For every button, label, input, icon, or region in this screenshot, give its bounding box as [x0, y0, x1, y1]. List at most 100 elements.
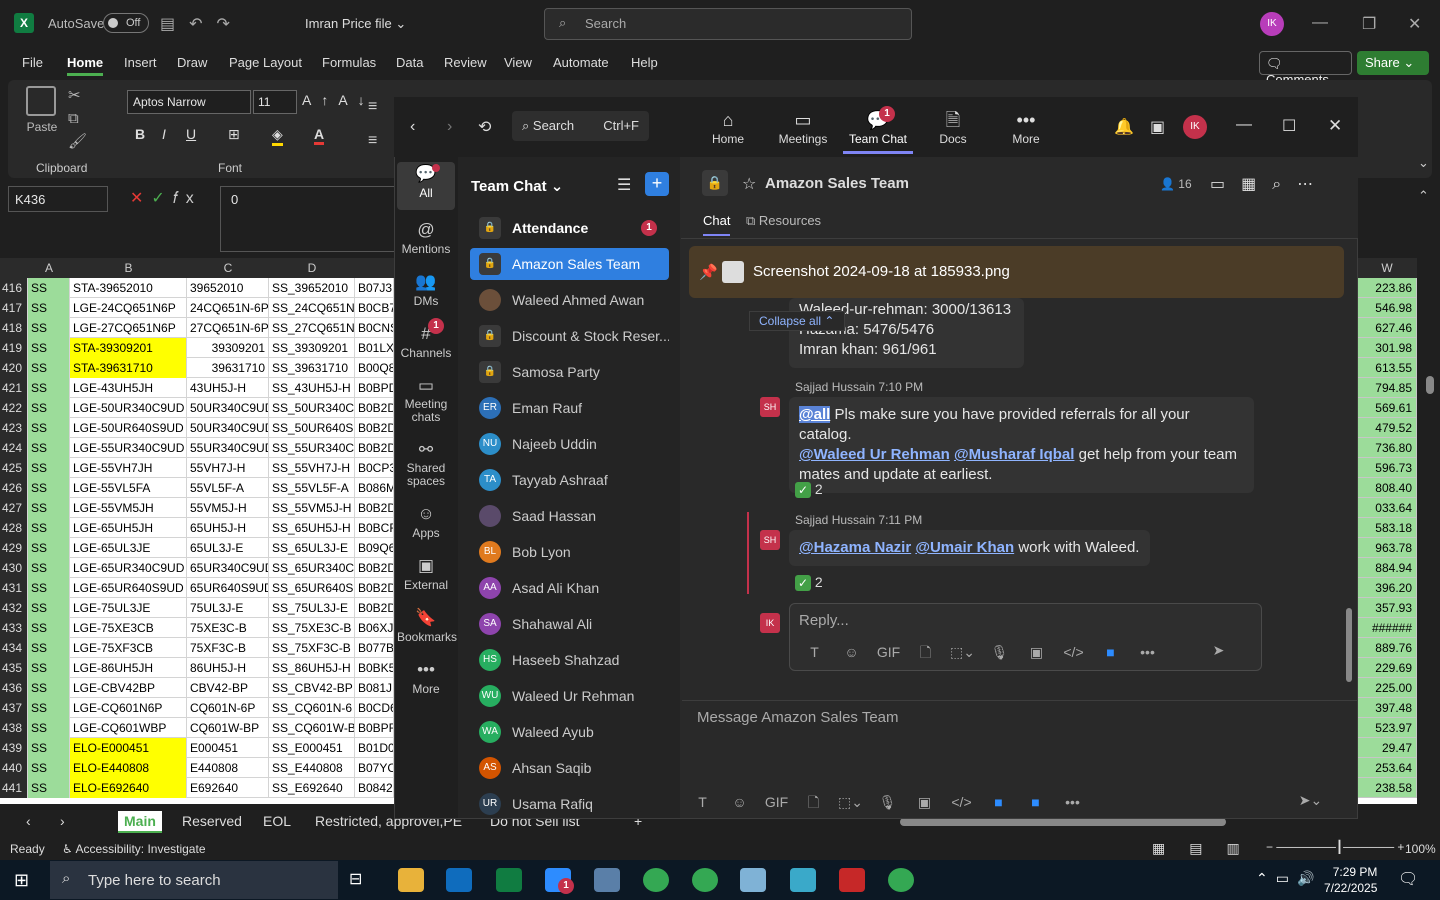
app-icon-2[interactable] [790, 868, 816, 892]
table-cell[interactable]: LGE-50UR640S9UD [70, 418, 187, 438]
table-cell[interactable]: 75UL3J-E [187, 598, 269, 618]
excel-taskbar-icon[interactable] [496, 868, 522, 892]
fill-color-icon[interactable]: ◈ [272, 126, 283, 146]
table-row[interactable]: 431 SS LGE-65UR640S9UD 65UR640S9UD SS_65UR64… [0, 578, 394, 598]
chrome-profile-icon[interactable] [692, 868, 718, 892]
chat-item[interactable]: 🔒 Attendance 1 [470, 212, 669, 244]
table-cell[interactable]: B0B2D [355, 558, 394, 578]
table-cell[interactable]: ELO-E000451 [70, 738, 187, 758]
table-cell[interactable]: SS_65UR340C9 [269, 558, 355, 578]
chat-item[interactable]: HS Haseeb Shahzad [470, 644, 669, 676]
formula-controls[interactable]: ✕✓𝑓x [130, 188, 202, 208]
system-tray[interactable]: ⌃▭🔊 [1256, 870, 1322, 887]
chat-item[interactable]: WU Waleed Ur Rehman [470, 680, 669, 712]
table-cell[interactable]: SS_E692640 [269, 778, 355, 798]
horizontal-scroll-thumb[interactable] [900, 818, 1226, 826]
camera-icon[interactable]: ▣ [1018, 644, 1055, 661]
row-number[interactable]: 426 [0, 478, 28, 498]
star-icon[interactable]: ☆ [742, 174, 756, 194]
cut-icon[interactable]: ✂ [68, 84, 87, 107]
table-row[interactable]: 428 SS LGE-65UH5JH 65UH5J-H SS_65UH5J-H B0BCF [0, 518, 394, 538]
mic-icon[interactable]: 🎙 [869, 794, 906, 811]
table-cell[interactable]: SS_39631710 [269, 358, 355, 378]
row-number[interactable]: 437 [0, 698, 28, 718]
table-cell[interactable]: B01D0 [355, 738, 394, 758]
tab-formulas[interactable]: Formulas [322, 55, 376, 70]
table-cell[interactable]: SS_55UR340C9 [269, 438, 355, 458]
table-cell[interactable]: B00Q8 [355, 358, 394, 378]
rail-dms[interactable]: 👥 DMs [397, 270, 455, 308]
chat-item[interactable]: AS Ahsan Saqib [470, 752, 669, 784]
table-cell[interactable]: LGE-65UR640S9UD [70, 578, 187, 598]
file-icon[interactable]: 🗋 [907, 642, 944, 666]
table-row[interactable]: 438 SS LGE-CQ601WBP CQ601W-BP SS_CQ601W-B B0B… [0, 718, 394, 738]
table-cell[interactable]: LGE-27CQ651N6P [70, 318, 187, 338]
tab-page-layout[interactable]: Page Layout [229, 55, 302, 70]
message-bubble[interactable]: @all Pls make sure you have provided ref… [789, 397, 1254, 493]
table-cell[interactable]: 583.18 [1357, 518, 1417, 538]
table-cell[interactable]: 29.47 [1357, 738, 1417, 758]
table-cell[interactable]: SS [28, 458, 70, 478]
row-number[interactable]: 419 [0, 338, 28, 358]
tab-data[interactable]: Data [396, 55, 423, 70]
row-number[interactable]: 433 [0, 618, 28, 638]
table-cell[interactable]: 963.78 [1357, 538, 1417, 558]
table-cell[interactable]: SS [28, 338, 70, 358]
table-cell[interactable]: SS [28, 638, 70, 658]
table-cell[interactable]: SS [28, 658, 70, 678]
tab-help[interactable]: Help [631, 55, 658, 70]
file-explorer-icon[interactable] [398, 868, 424, 892]
table-cell[interactable]: SS_CQ601W-B [269, 718, 355, 738]
table-cell[interactable]: SS [28, 498, 70, 518]
table-cell[interactable]: LGE-CBV42BP [70, 678, 187, 698]
row-number[interactable]: 417 [0, 298, 28, 318]
table-cell[interactable]: 55VH7J-H [187, 458, 269, 478]
share-button[interactable]: Share ⌄ [1357, 51, 1429, 75]
table-cell[interactable]: B0B2D [355, 578, 394, 598]
sheet-tab-reserved[interactable]: Reserved [182, 813, 242, 829]
table-cell[interactable]: SS [28, 478, 70, 498]
mention[interactable]: @Musharaf Iqbal [954, 446, 1074, 463]
italic-button[interactable]: I [162, 126, 166, 142]
table-cell[interactable]: SS_55VM5J-H [269, 498, 355, 518]
table-cell[interactable]: B09Q6 [355, 538, 394, 558]
table-cell[interactable]: 86UH5J-H [187, 658, 269, 678]
table-cell[interactable]: 39631710 [187, 358, 269, 378]
table-cell[interactable]: SS_CQ601N-6 [269, 698, 355, 718]
table-cell[interactable]: LGE-CQ601WBP [70, 718, 187, 738]
screenshot-icon[interactable]: ⬚⌄ [944, 644, 981, 661]
font-size-buttons[interactable]: A↑A↓ [302, 92, 375, 108]
table-cell[interactable]: B081J [355, 678, 394, 698]
emoji-icon[interactable]: ☺ [833, 644, 870, 660]
name-box[interactable]: K436 [8, 186, 108, 212]
table-cell[interactable]: LGE-75XF3CB [70, 638, 187, 658]
column-header[interactable]: A [28, 261, 70, 275]
table-row[interactable]: 434 SS LGE-75XF3CB 75XF3C-B SS_75XF3C-B B077B [0, 638, 394, 658]
restore-icon[interactable]: ❐ [1362, 14, 1376, 34]
table-row[interactable]: 433 SS LGE-75XE3CB 75XE3C-B SS_75XE3C-B B06XJ [0, 618, 394, 638]
table-cell[interactable]: LGE-55UR340C9UD [70, 438, 187, 458]
table-cell[interactable]: B086M [355, 478, 394, 498]
reaction[interactable]: ✓ 2 [795, 481, 823, 498]
table-cell[interactable]: SS [28, 538, 70, 558]
mention-all[interactable]: @all [799, 406, 831, 423]
row-number[interactable]: 420 [0, 358, 28, 378]
table-cell[interactable]: SS [28, 318, 70, 338]
table-cell[interactable]: B01LX [355, 338, 394, 358]
table-cell[interactable]: CQ601W-BP [187, 718, 269, 738]
rail-more[interactable]: ••• More [397, 658, 455, 696]
table-cell[interactable]: 50UR340C9UD [187, 418, 269, 438]
vertical-scrollbar[interactable] [1418, 258, 1440, 804]
autosave-toggle[interactable]: Off [103, 13, 149, 33]
row-number[interactable]: 425 [0, 458, 28, 478]
pinned-message[interactable]: 📌 Screenshot 2024-09-18 at 185933.png [689, 246, 1344, 298]
tab-file[interactable]: File [22, 55, 43, 70]
more-icon[interactable]: ⋯ [1297, 176, 1329, 193]
table-cell[interactable]: 238.58 [1357, 778, 1417, 798]
table-cell[interactable]: B0842 [355, 778, 394, 798]
send-icon[interactable]: ➤ [1200, 642, 1237, 659]
tab-automate[interactable]: Automate [553, 55, 609, 70]
back-icon[interactable]: ‹ [410, 118, 415, 136]
rail-shared-spaces[interactable]: ⚯ Shared spaces [397, 438, 455, 488]
table-cell[interactable]: B06XJ [355, 618, 394, 638]
